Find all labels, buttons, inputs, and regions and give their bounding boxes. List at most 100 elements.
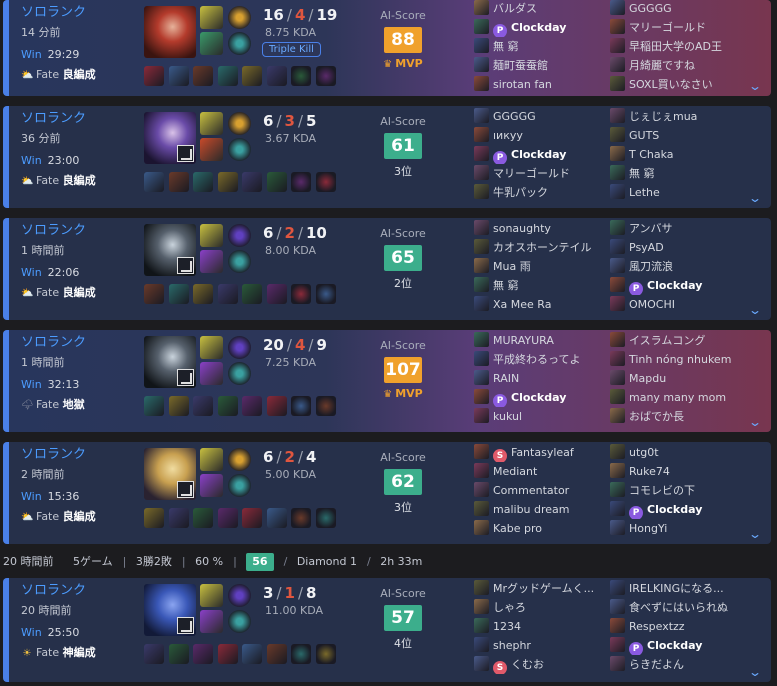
champion-portrait[interactable] <box>144 336 196 388</box>
player-name[interactable]: Mediant <box>474 462 609 481</box>
expand-chevron-icon[interactable]: ⌄ <box>747 80 764 92</box>
player-name[interactable]: shephr <box>474 636 609 655</box>
item-icon[interactable] <box>144 644 164 664</box>
item-icon[interactable] <box>291 508 311 528</box>
expand-chevron-icon[interactable]: ⌄ <box>747 416 764 428</box>
item-icon[interactable] <box>193 172 213 192</box>
keystone-rune-icon[interactable] <box>228 6 251 29</box>
player-name[interactable]: 牛乳パック <box>474 183 609 202</box>
secondary-rune-icon[interactable] <box>228 362 251 385</box>
champion-portrait[interactable] <box>144 584 196 636</box>
player-name[interactable]: IRELKINGになる... <box>610 579 745 598</box>
player-name[interactable]: Commentator <box>474 481 609 500</box>
item-icon[interactable] <box>168 508 189 528</box>
trinket-icon[interactable] <box>315 284 336 304</box>
expand-chevron-icon[interactable]: ⌄ <box>747 192 764 204</box>
player-name[interactable]: 早稲田大学のAD王 <box>610 37 745 56</box>
player-name[interactable]: RAIN <box>474 369 609 388</box>
player-self[interactable]: P Clockday <box>610 276 745 295</box>
player-name[interactable]: sirotan fan <box>474 75 609 94</box>
keystone-rune-icon[interactable] <box>228 584 251 607</box>
flash-spell-icon[interactable] <box>200 336 223 359</box>
champion-portrait[interactable] <box>144 224 196 276</box>
item-icon[interactable] <box>266 172 287 192</box>
item-icon[interactable] <box>168 284 189 304</box>
player-name[interactable]: GGGGG <box>474 107 609 126</box>
player-name[interactable]: S くむお <box>474 655 609 674</box>
second-spell-icon[interactable] <box>200 138 223 161</box>
item-icon[interactable] <box>217 66 238 86</box>
item-icon[interactable] <box>242 284 262 304</box>
match-card[interactable]: ソロランク 14 分前 Win 29:29 ⛅ Fate 良編成 16/4/19 8.75 K… <box>3 0 771 96</box>
second-spell-icon[interactable] <box>200 250 223 273</box>
flash-spell-icon[interactable] <box>200 584 223 607</box>
player-self[interactable]: P Clockday <box>610 636 745 655</box>
player-name[interactable]: マリーゴールド <box>610 18 745 37</box>
item-icon[interactable] <box>242 172 262 192</box>
item-icon[interactable] <box>168 66 189 86</box>
player-name[interactable]: GGGGG <box>610 0 745 18</box>
item-icon[interactable] <box>266 396 287 416</box>
player-name[interactable]: T Chaka <box>610 145 745 164</box>
player-name[interactable]: GUTS <box>610 126 745 145</box>
secondary-rune-icon[interactable] <box>228 32 251 55</box>
item-icon[interactable] <box>193 644 213 664</box>
match-card[interactable]: ソロランク 36 分前 Win 23:00 ⛅ Fate 良編成 6/3/5 3.67 KDA… <box>3 106 771 208</box>
player-name[interactable]: らきだよん <box>610 655 745 674</box>
flash-spell-icon[interactable] <box>200 6 223 29</box>
player-name[interactable]: kukul <box>474 407 609 426</box>
player-name[interactable]: utg0t <box>610 443 745 462</box>
item-icon[interactable] <box>144 396 164 416</box>
player-name[interactable]: PsyAD <box>610 238 745 257</box>
item-icon[interactable] <box>242 644 262 664</box>
player-name[interactable]: コモレビの下 <box>610 481 745 500</box>
player-name[interactable]: 食べずにはいられぬ <box>610 598 745 617</box>
champion-portrait[interactable] <box>144 112 196 164</box>
item-icon[interactable] <box>217 508 238 528</box>
player-name[interactable]: HongYi <box>610 519 745 538</box>
item-icon[interactable] <box>193 284 213 304</box>
player-name[interactable]: many many mom <box>610 388 745 407</box>
secondary-rune-icon[interactable] <box>228 138 251 161</box>
expand-chevron-icon[interactable]: ⌄ <box>747 666 764 678</box>
player-name[interactable]: Kabe pro <box>474 519 609 538</box>
item-icon[interactable] <box>217 396 238 416</box>
champion-portrait[interactable] <box>144 448 196 500</box>
player-name[interactable]: OMOCHI <box>610 295 745 314</box>
item-icon[interactable] <box>193 66 213 86</box>
player-name[interactable]: SOXL買いなさい <box>610 75 745 94</box>
player-name[interactable]: Mrグッドゲームく... <box>474 579 609 598</box>
match-card[interactable]: ソロランク 1 時間前 Win 22:06 ⛅ Fate 良編成 6/2/10 8.00 KD… <box>3 218 771 320</box>
player-name[interactable]: sonaughty <box>474 219 609 238</box>
player-name[interactable]: 麺町蚕蚕館 <box>474 56 609 75</box>
item-icon[interactable] <box>242 396 262 416</box>
item-icon[interactable] <box>168 396 189 416</box>
trinket-icon[interactable] <box>315 644 336 664</box>
item-icon[interactable] <box>217 284 238 304</box>
player-name[interactable]: Tinh nóng nhukem <box>610 350 745 369</box>
player-name[interactable]: Mapdu <box>610 369 745 388</box>
flash-spell-icon[interactable] <box>200 224 223 247</box>
keystone-rune-icon[interactable] <box>228 336 251 359</box>
item-icon[interactable] <box>193 396 213 416</box>
item-icon[interactable] <box>242 66 262 86</box>
champion-portrait[interactable] <box>144 6 196 58</box>
player-name[interactable]: 無 窮 <box>474 37 609 56</box>
keystone-rune-icon[interactable] <box>228 112 251 135</box>
second-spell-icon[interactable] <box>200 362 223 385</box>
item-icon[interactable] <box>266 644 287 664</box>
item-icon[interactable] <box>144 284 164 304</box>
second-spell-icon[interactable] <box>200 32 223 55</box>
match-card[interactable]: ソロランク 1 時間前 Win 32:13 🌩 Fate 地獄 20/4/9 7.25 KDA… <box>3 330 771 432</box>
player-name[interactable]: Mua 雨 <box>474 257 609 276</box>
secondary-rune-icon[interactable] <box>228 474 251 497</box>
item-icon[interactable] <box>144 66 164 86</box>
item-icon[interactable] <box>217 172 238 192</box>
trinket-icon[interactable] <box>315 508 336 528</box>
keystone-rune-icon[interactable] <box>228 448 251 471</box>
flash-spell-icon[interactable] <box>200 112 223 135</box>
second-spell-icon[interactable] <box>200 610 223 633</box>
item-icon[interactable] <box>168 644 189 664</box>
player-name[interactable]: 無 窮 <box>610 164 745 183</box>
keystone-rune-icon[interactable] <box>228 224 251 247</box>
